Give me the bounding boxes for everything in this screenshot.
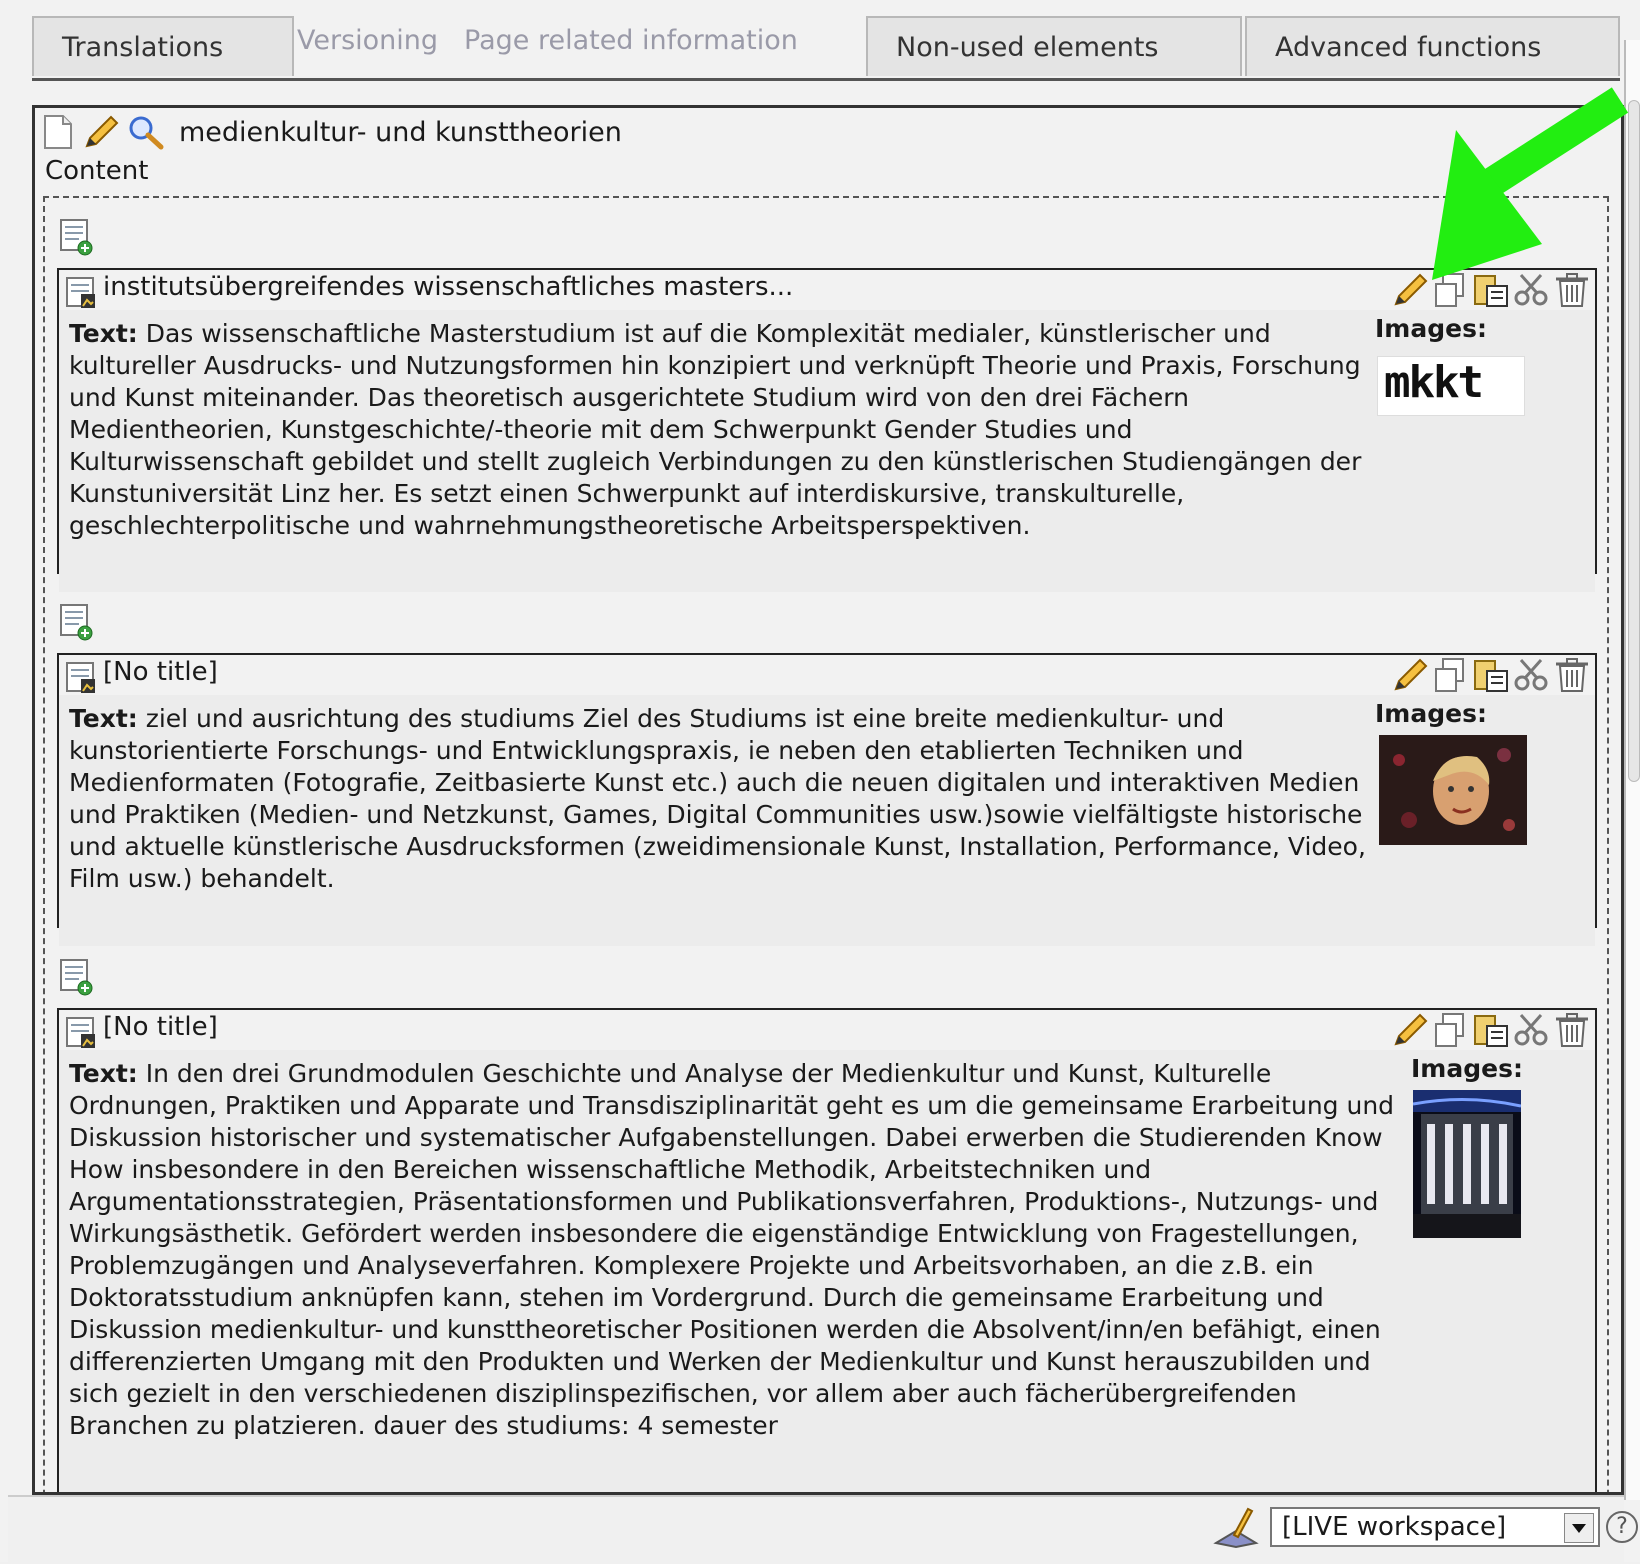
body-text: ziel und ausrichtung des studiums Ziel d… (69, 704, 1366, 893)
text-image-element-icon[interactable] (65, 276, 99, 310)
new-record-icon[interactable] (59, 218, 93, 256)
content-element-text: Text: Das wissenschaftliche Masterstudiu… (69, 318, 1369, 542)
tab-bar: Translations Versioning Page related inf… (32, 12, 1620, 81)
cut-icon[interactable] (1513, 657, 1549, 693)
page-icon[interactable] (41, 114, 75, 150)
content-element-header: [No title] (59, 1010, 1595, 1050)
text-label: Text: (69, 319, 138, 348)
new-record-icon[interactable] (59, 603, 93, 641)
images-label: Images: (1411, 1054, 1523, 1083)
images-label: Images: (1375, 699, 1487, 728)
content-element: [No title] Text: ziel und ausrichtung de… (57, 653, 1597, 946)
page-frame: medienkultur- und kunsttheorien Content … (32, 105, 1624, 1495)
trash-icon[interactable] (1553, 657, 1591, 693)
tab-non-used-elements[interactable]: Non-used elements (866, 16, 1242, 76)
content-element-body: Text: Das wissenschaftliche Masterstudiu… (59, 310, 1595, 592)
content-element-text: Text: In den drei Grundmodulen Geschicht… (69, 1058, 1409, 1442)
pencil-icon[interactable] (1391, 657, 1429, 693)
content-element-text: Text: ziel und ausrichtung des studiums … (69, 703, 1369, 895)
image-thumbnail-building[interactable] (1413, 1090, 1521, 1238)
paste-icon[interactable] (1473, 657, 1509, 693)
pencil-icon[interactable] (1391, 1012, 1429, 1048)
content-element-body: Text: ziel und ausrichtung des studiums … (59, 695, 1595, 946)
content-element-title: [No title] (103, 657, 218, 687)
tab-advanced-functions[interactable]: Advanced functions (1245, 16, 1620, 76)
body-text: In den drei Grundmodulen Geschichte und … (69, 1059, 1395, 1440)
tab-versioning[interactable]: Versioning (297, 16, 438, 76)
text-image-element-icon[interactable] (65, 661, 99, 695)
text-image-element-icon[interactable] (65, 1016, 99, 1050)
text-label: Text: (69, 1059, 138, 1088)
workspace-select[interactable]: [LIVE workspace] (1270, 1507, 1600, 1547)
logo-mkkt: mkkt (1384, 357, 1484, 408)
bottom-bar: [LIVE workspace] ? (8, 1495, 1638, 1564)
trash-icon[interactable] (1553, 1012, 1591, 1048)
paste-icon[interactable] (1473, 1012, 1509, 1048)
copy-icon[interactable] (1433, 657, 1469, 693)
page-title: medienkultur- und kunsttheorien (179, 116, 622, 148)
pencil-icon[interactable] (81, 114, 121, 150)
tab-translations[interactable]: Translations (32, 16, 294, 76)
content-element: institutsübergreifendes wissenschaftlich… (57, 268, 1597, 592)
images-label: Images: (1375, 314, 1487, 343)
magnifier-icon[interactable] (127, 114, 165, 150)
content-element-title: [No title] (103, 1012, 218, 1042)
content-element-title: institutsübergreifendes wissenschaftlich… (103, 272, 794, 302)
help-icon[interactable]: ? (1606, 1511, 1638, 1543)
content-element: [No title] Text: In den drei Grundmodule… (57, 1008, 1597, 1492)
text-label: Text: (69, 704, 138, 733)
content-element-header: [No title] (59, 655, 1595, 695)
workspace-selected-value: [LIVE workspace] (1282, 1512, 1507, 1542)
annotation-arrow (1432, 87, 1629, 280)
element-toolbar (1391, 1012, 1591, 1048)
page-header: medienkultur- und kunsttheorien (41, 114, 622, 150)
copy-icon[interactable] (1433, 1012, 1469, 1048)
image-thumbnail-logo[interactable]: mkkt (1377, 356, 1525, 416)
workspace-icon[interactable] (1212, 1505, 1260, 1549)
dropdown-arrow-icon[interactable] (1564, 1513, 1594, 1543)
image-thumbnail-portrait[interactable] (1379, 735, 1527, 845)
new-record-icon[interactable] (59, 958, 93, 996)
cut-icon[interactable] (1513, 1012, 1549, 1048)
body-text: Das wissenschaftliche Masterstudium ist … (69, 319, 1362, 540)
content-element-body: Text: In den drei Grundmodulen Geschicht… (59, 1050, 1595, 1492)
page-editor: Translations Versioning Page related inf… (0, 0, 1640, 1564)
element-toolbar (1391, 657, 1591, 693)
content-element-header: institutsübergreifendes wissenschaftlich… (59, 270, 1595, 310)
content-column-label: Content (45, 156, 149, 186)
tab-page-related-information[interactable]: Page related information (464, 16, 864, 76)
